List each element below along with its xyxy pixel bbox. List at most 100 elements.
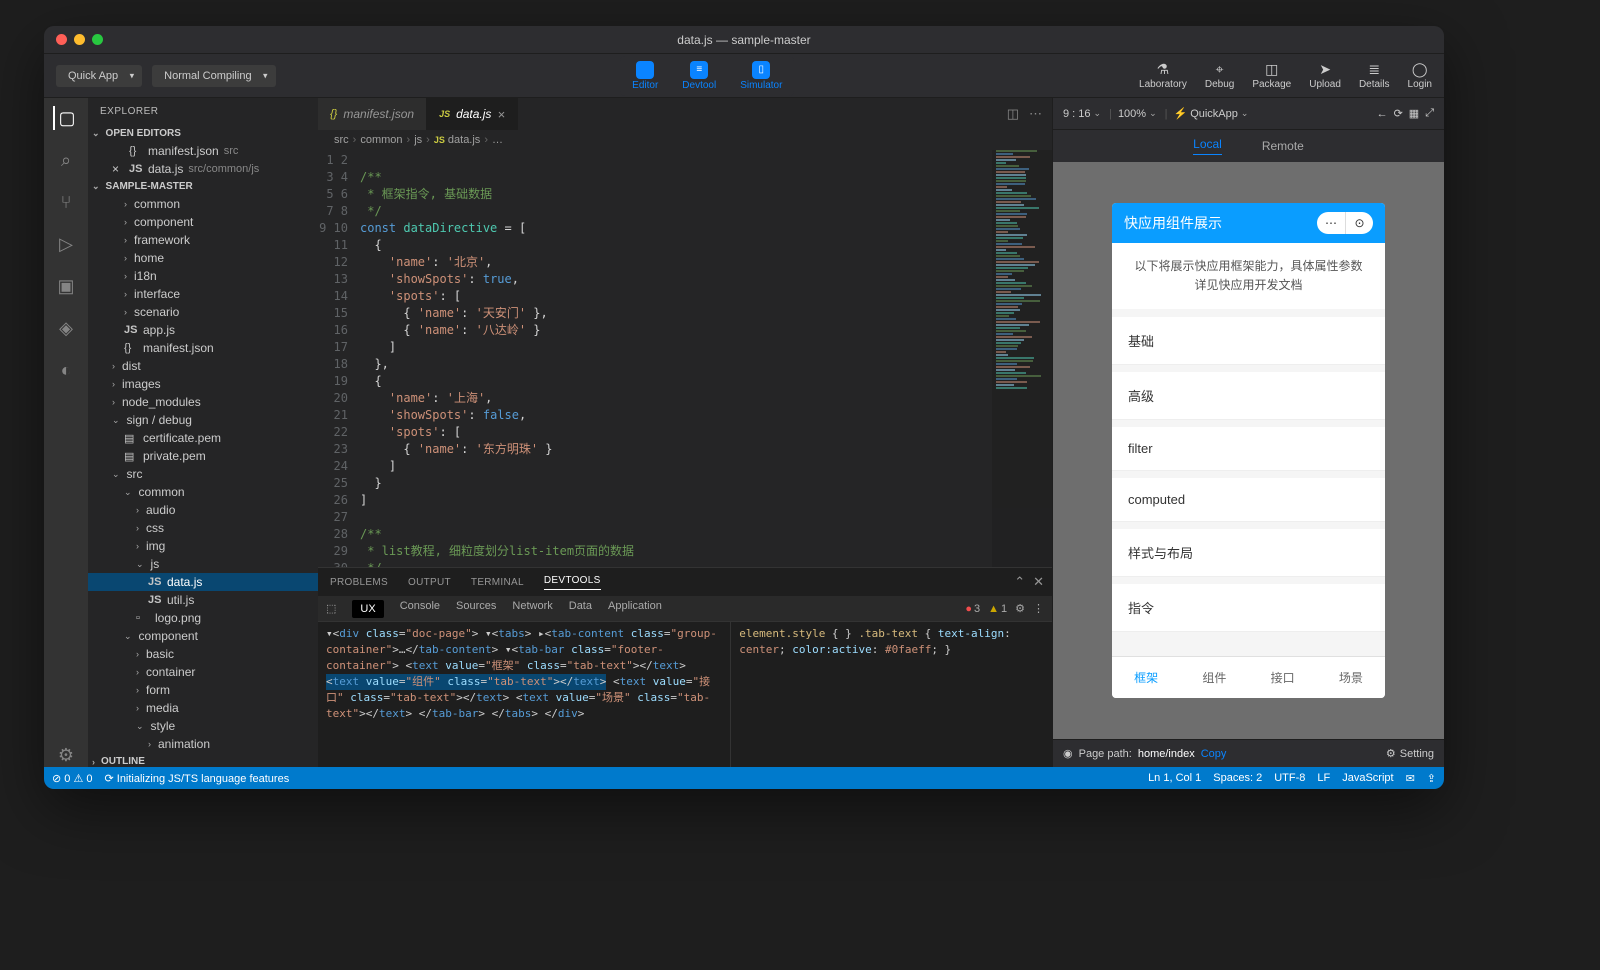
tree-item[interactable]: ›framework — [88, 231, 318, 249]
setting-button[interactable]: Setting — [1400, 748, 1434, 760]
code-content[interactable]: /** * 框架指令, 基础数据 */ const dataDirective … — [360, 150, 1052, 567]
tree-item[interactable]: ›scenario — [88, 303, 318, 321]
status-item[interactable]: ✉ — [1406, 772, 1415, 785]
support-icon[interactable]: ◐ — [54, 358, 78, 382]
tree-item[interactable]: ›interface — [88, 285, 318, 303]
code-editor[interactable]: 1 2 3 4 5 6 7 8 9 10 11 12 13 14 15 16 1… — [318, 150, 1052, 567]
editor-tab[interactable]: JSdata.js× — [427, 98, 518, 130]
open-editors-section[interactable]: ⌄OPEN EDITORS — [88, 125, 318, 142]
close-window-button[interactable] — [56, 34, 67, 45]
minimap[interactable] — [992, 150, 1052, 567]
problems-panel-tab[interactable]: PROBLEMS — [330, 577, 388, 588]
tree-item[interactable]: ›node_modules — [88, 393, 318, 411]
maximize-window-button[interactable] — [92, 34, 103, 45]
tree-item[interactable]: JSdata.js — [88, 573, 318, 591]
tree-item[interactable]: ⌄component — [88, 627, 318, 645]
css-styles-pane[interactable]: element.style { } .tab-text { text-align… — [730, 622, 1052, 767]
login-button[interactable]: ◯Login — [1408, 61, 1432, 90]
tree-item[interactable]: ›css — [88, 519, 318, 537]
device-list-item[interactable]: filter — [1112, 427, 1385, 471]
split-editor-icon[interactable]: ◫ — [1007, 106, 1019, 122]
sim-device[interactable]: ⚡ QuickApp ⌄ — [1173, 107, 1250, 120]
open-editor-item[interactable]: {}manifest.json src — [88, 142, 318, 160]
devtools-console-tab[interactable]: Console — [400, 600, 440, 618]
devtool-view-button[interactable]: ≡Devtool — [672, 58, 726, 94]
tree-item[interactable]: ⌄style — [88, 717, 318, 735]
app-type-dropdown[interactable]: Quick App — [56, 65, 142, 87]
upload-button[interactable]: ➤Upload — [1309, 61, 1341, 90]
editor-tab[interactable]: {}manifest.json — [318, 98, 427, 130]
status-item[interactable]: UTF-8 — [1274, 772, 1305, 784]
devtools-more-icon[interactable]: ⋮ — [1033, 602, 1044, 615]
tree-item[interactable]: ›component — [88, 213, 318, 231]
breadcrumb[interactable]: src›common›js›JS data.js›… — [318, 130, 1052, 150]
device-list-item[interactable]: 高级 — [1112, 372, 1385, 420]
tree-item[interactable]: ›img — [88, 537, 318, 555]
tree-item[interactable]: ▤certificate.pem — [88, 429, 318, 447]
tree-item[interactable]: ›form — [88, 681, 318, 699]
tree-item[interactable]: ›dist — [88, 357, 318, 375]
status-item[interactable]: JavaScript — [1342, 772, 1393, 784]
device-list-item[interactable]: computed — [1112, 478, 1385, 522]
device-list-item[interactable]: 指令 — [1112, 584, 1385, 632]
status-item[interactable]: ⟳ Initializing JS/TS language features — [104, 772, 289, 785]
tree-item[interactable]: ›media — [88, 699, 318, 717]
status-item[interactable]: Ln 1, Col 1 — [1148, 772, 1201, 784]
tree-item[interactable]: ⌄src — [88, 465, 318, 483]
devtools-settings-icon[interactable]: ⚙ — [1015, 602, 1025, 615]
sim-back-icon[interactable]: ← — [1377, 108, 1388, 120]
tree-item[interactable]: ›basic — [88, 645, 318, 663]
sim-refresh-icon[interactable]: ⟳ — [1394, 107, 1403, 120]
devtools-panel-tab[interactable]: DEVTOOLS — [544, 575, 601, 590]
tree-item[interactable]: ›animation — [88, 735, 318, 753]
devtools-application-tab[interactable]: Application — [608, 600, 662, 618]
error-count[interactable]: 3 — [974, 603, 980, 615]
radio-icon[interactable]: ◉ — [1063, 747, 1073, 760]
status-item[interactable]: LF — [1317, 772, 1330, 784]
panel-maximize-icon[interactable]: ⌃ — [1014, 574, 1025, 590]
device-close-button[interactable]: ⊙ — [1345, 212, 1373, 234]
debug-button[interactable]: ⌖Debug — [1205, 61, 1234, 90]
terminal-panel-tab[interactable]: TERMINAL — [471, 577, 524, 588]
outline-section[interactable]: ›OUTLINE — [88, 753, 318, 767]
tree-item[interactable]: ⌄js — [88, 555, 318, 573]
copy-path-button[interactable]: Copy — [1201, 748, 1227, 760]
tree-item[interactable]: ▫logo.png — [88, 609, 318, 627]
devtools-ux-tab[interactable]: UX — [352, 600, 383, 618]
laboratory-button[interactable]: ⚗Laboratory — [1139, 61, 1187, 90]
source-control-icon[interactable]: ⑂ — [54, 190, 78, 214]
device-list-item[interactable]: 基础 — [1112, 317, 1385, 365]
simulator-view-button[interactable]: ▯Simulator — [730, 58, 792, 94]
tree-item[interactable]: ›common — [88, 195, 318, 213]
sim-expand-icon[interactable]: ⤢ — [1425, 107, 1434, 120]
tree-item[interactable]: ›audio — [88, 501, 318, 519]
inspect-icon[interactable]: ⬚ — [326, 602, 336, 615]
device-tab-button[interactable]: 组件 — [1180, 657, 1248, 698]
explorer-icon[interactable]: ▢ — [53, 106, 77, 130]
simulator-local-tab[interactable]: Local — [1193, 137, 1222, 155]
layers-icon[interactable]: ◈ — [54, 316, 78, 340]
tree-item[interactable]: ›container — [88, 663, 318, 681]
minimize-window-button[interactable] — [74, 34, 85, 45]
tree-item[interactable]: ⌄common — [88, 483, 318, 501]
device-list-item[interactable]: 样式与布局 — [1112, 529, 1385, 577]
details-button[interactable]: ≣Details — [1359, 61, 1390, 90]
debug-icon[interactable]: ▷ — [54, 232, 78, 256]
tree-item[interactable]: JSapp.js — [88, 321, 318, 339]
device-tab-button[interactable]: 场景 — [1317, 657, 1385, 698]
settings-icon[interactable]: ⚙ — [54, 743, 78, 767]
devtools-data-tab[interactable]: Data — [569, 600, 592, 618]
tree-item[interactable]: ›i18n — [88, 267, 318, 285]
tree-item[interactable]: {}manifest.json — [88, 339, 318, 357]
warning-count[interactable]: 1 — [1001, 603, 1007, 615]
project-section[interactable]: ⌄SAMPLE-MASTER — [88, 178, 318, 195]
device-body[interactable]: 以下将展示快应用框架能力，具体属性参数 详见快应用开发文档 基础高级filter… — [1112, 243, 1385, 656]
devtools-network-tab[interactable]: Network — [512, 600, 552, 618]
status-item[interactable]: ⇪ — [1427, 772, 1436, 785]
simulator-remote-tab[interactable]: Remote — [1262, 139, 1304, 153]
search-icon[interactable]: ⌕ — [54, 148, 78, 172]
device-tab-button[interactable]: 接口 — [1249, 657, 1317, 698]
sim-time[interactable]: 9 : 16 ⌄ — [1063, 108, 1103, 120]
setting-gear-icon[interactable]: ⚙ — [1386, 747, 1396, 760]
compile-mode-dropdown[interactable]: Normal Compiling — [152, 65, 275, 87]
